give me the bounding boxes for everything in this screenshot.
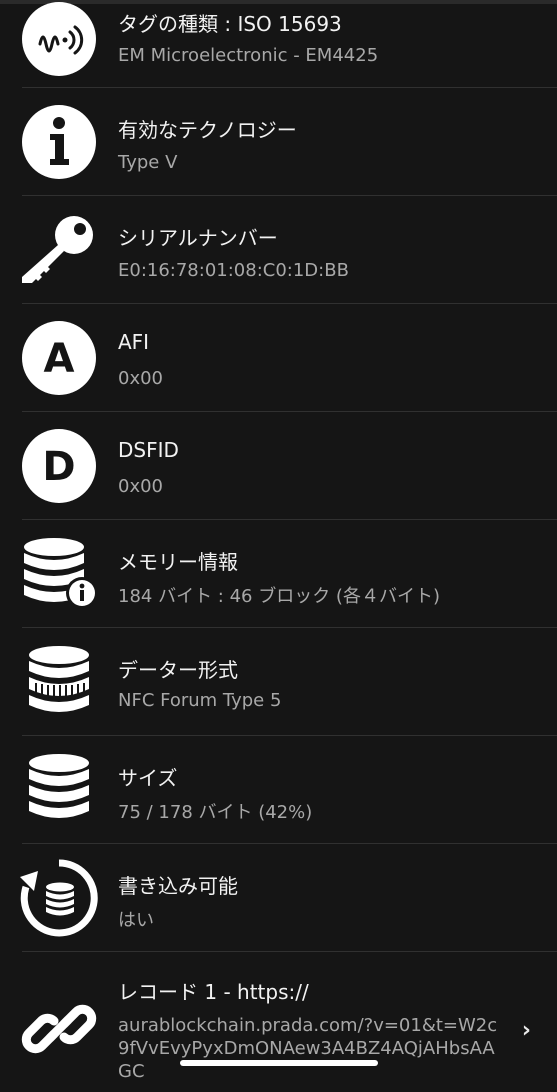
database-size-icon xyxy=(20,751,98,829)
letter-a-icon: A xyxy=(20,319,98,397)
nfc-tag-icon xyxy=(20,0,98,78)
row-technology[interactable]: 有効なテクノロジー Type V xyxy=(0,88,557,196)
row-title: サイズ xyxy=(118,766,178,790)
chevron-right-icon[interactable]: › xyxy=(522,1018,531,1043)
row-serial-number[interactable]: シリアルナンバー E0:16:78:01:08:C0:1D:BB xyxy=(0,196,557,304)
row-subtitle: はい xyxy=(118,910,154,931)
row-subtitle: 0x00 xyxy=(118,368,164,389)
row-record-1[interactable]: レコード 1 - https:// aurablockchain.prada.c… xyxy=(0,952,557,1092)
info-icon xyxy=(20,103,98,181)
row-title: AFI xyxy=(118,330,150,354)
row-title: メモリー情報 xyxy=(118,550,238,574)
svg-text:D: D xyxy=(42,444,75,490)
row-afi[interactable]: A AFI 0x00 xyxy=(0,304,557,412)
row-title: DSFID xyxy=(118,438,179,462)
row-title: データー形式 xyxy=(118,658,238,682)
home-indicator[interactable] xyxy=(180,1060,378,1066)
database-info-icon xyxy=(20,535,98,613)
row-subtitle: EM Microelectronic - EM4425 xyxy=(118,45,379,66)
row-title: 有効なテクノロジー xyxy=(118,118,297,142)
row-title: タグの種類 : ISO 15693 xyxy=(118,12,342,36)
row-subtitle: Type V xyxy=(118,152,178,173)
row-writable[interactable]: 書き込み可能 はい xyxy=(0,844,557,952)
link-icon xyxy=(20,990,98,1068)
row-subtitle: 75 / 178 バイト (42%) xyxy=(118,802,313,823)
row-title: 書き込み可能 xyxy=(118,874,238,898)
row-memory-info[interactable]: メモリー情報 184 バイト : 46 ブロック (各４バイト) xyxy=(0,520,557,628)
row-size[interactable]: サイズ 75 / 178 バイト (42%) xyxy=(0,736,557,844)
row-subtitle: 184 バイト : 46 ブロック (各４バイト) xyxy=(118,586,440,607)
row-tag-type[interactable]: タグの種類 : ISO 15693 EM Microelectronic - E… xyxy=(0,0,557,88)
row-subtitle: 0x00 xyxy=(118,476,164,497)
database-format-icon xyxy=(20,643,98,721)
row-title: レコード 1 - https:// xyxy=(118,980,309,1004)
row-dsfid[interactable]: D DSFID 0x00 xyxy=(0,412,557,520)
row-subtitle: E0:16:78:01:08:C0:1D:BB xyxy=(118,260,349,281)
row-subtitle: NFC Forum Type 5 xyxy=(118,690,282,711)
row-subtitle: aurablockchain.prada.com/?v=01&t=W2c9fVv… xyxy=(118,1015,498,1082)
key-icon xyxy=(20,211,98,289)
database-rewrite-icon xyxy=(20,859,98,937)
letter-d-icon: D xyxy=(20,427,98,505)
row-title: シリアルナンバー xyxy=(118,226,278,250)
row-data-format[interactable]: データー形式 NFC Forum Type 5 xyxy=(0,628,557,736)
svg-text:A: A xyxy=(44,336,75,382)
